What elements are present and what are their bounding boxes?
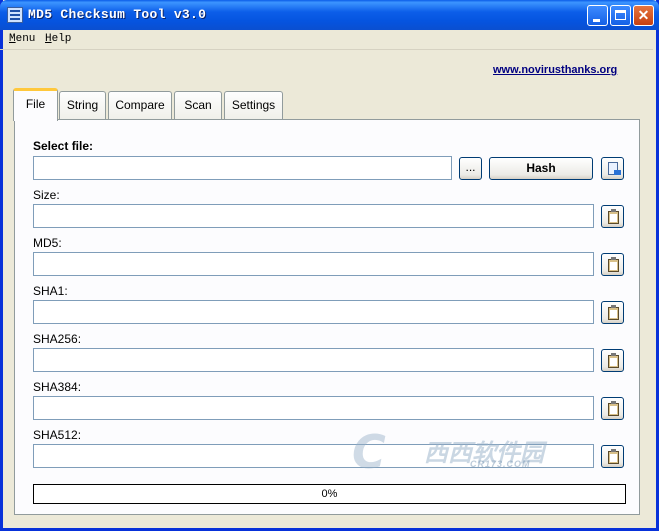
- sha256-field[interactable]: [33, 348, 594, 372]
- tab-file[interactable]: File: [13, 88, 58, 121]
- tab-string[interactable]: String: [59, 91, 106, 119]
- progress-bar: 0%: [33, 484, 626, 504]
- title-bar[interactable]: MD5 Checksum Tool v3.0 ✕: [0, 0, 659, 30]
- close-icon: ✕: [637, 7, 650, 23]
- website-link[interactable]: www.novirusthanks.org: [493, 64, 617, 76]
- clipboard-icon: [608, 209, 619, 224]
- sha1-field[interactable]: [33, 300, 594, 324]
- copy-sha384-button[interactable]: [601, 397, 624, 420]
- copy-md5-button[interactable]: [601, 253, 624, 276]
- window-title: MD5 Checksum Tool v3.0: [28, 7, 207, 22]
- tab-scan[interactable]: Scan: [174, 91, 222, 119]
- clipboard-icon: [608, 305, 619, 320]
- copy-size-button[interactable]: [601, 205, 624, 228]
- sha384-field[interactable]: [33, 396, 594, 420]
- close-button[interactable]: ✕: [633, 5, 654, 26]
- copy-sha512-button[interactable]: [601, 445, 624, 468]
- minimize-button[interactable]: [587, 5, 608, 26]
- tab-settings[interactable]: Settings: [224, 91, 283, 119]
- menu-item-help[interactable]: Help: [45, 33, 71, 45]
- clipboard-icon: [608, 401, 619, 416]
- app-icon[interactable]: [7, 7, 23, 23]
- select-file-label: Select file:: [33, 139, 94, 153]
- tab-compare[interactable]: Compare: [108, 91, 172, 119]
- save-report-button[interactable]: [601, 157, 624, 180]
- progress-text: 0%: [321, 488, 338, 500]
- size-field[interactable]: [33, 204, 594, 228]
- sha1-label: SHA1:: [33, 284, 68, 298]
- clipboard-icon: [608, 449, 619, 464]
- copy-sha1-button[interactable]: [601, 301, 624, 324]
- sha256-label: SHA256:: [33, 332, 82, 346]
- clipboard-icon: [608, 257, 619, 272]
- sha512-field[interactable]: [33, 444, 594, 468]
- clipboard-icon: [608, 353, 619, 368]
- menu-bar: Menu Help: [0, 30, 653, 48]
- menu-divider: [0, 49, 653, 50]
- sha384-label: SHA384:: [33, 380, 82, 394]
- copy-sha256-button[interactable]: [601, 349, 624, 372]
- maximize-button[interactable]: [610, 5, 631, 26]
- sha512-label: SHA512:: [33, 428, 82, 442]
- file-path-input[interactable]: [33, 156, 452, 180]
- menu-item-menu[interactable]: Menu: [9, 33, 35, 45]
- size-label: Size:: [33, 188, 60, 202]
- hash-button[interactable]: Hash: [489, 157, 593, 180]
- md5-label: MD5:: [33, 236, 62, 250]
- document-icon: [608, 162, 621, 175]
- md5-field[interactable]: [33, 252, 594, 276]
- browse-button[interactable]: ...: [459, 157, 482, 180]
